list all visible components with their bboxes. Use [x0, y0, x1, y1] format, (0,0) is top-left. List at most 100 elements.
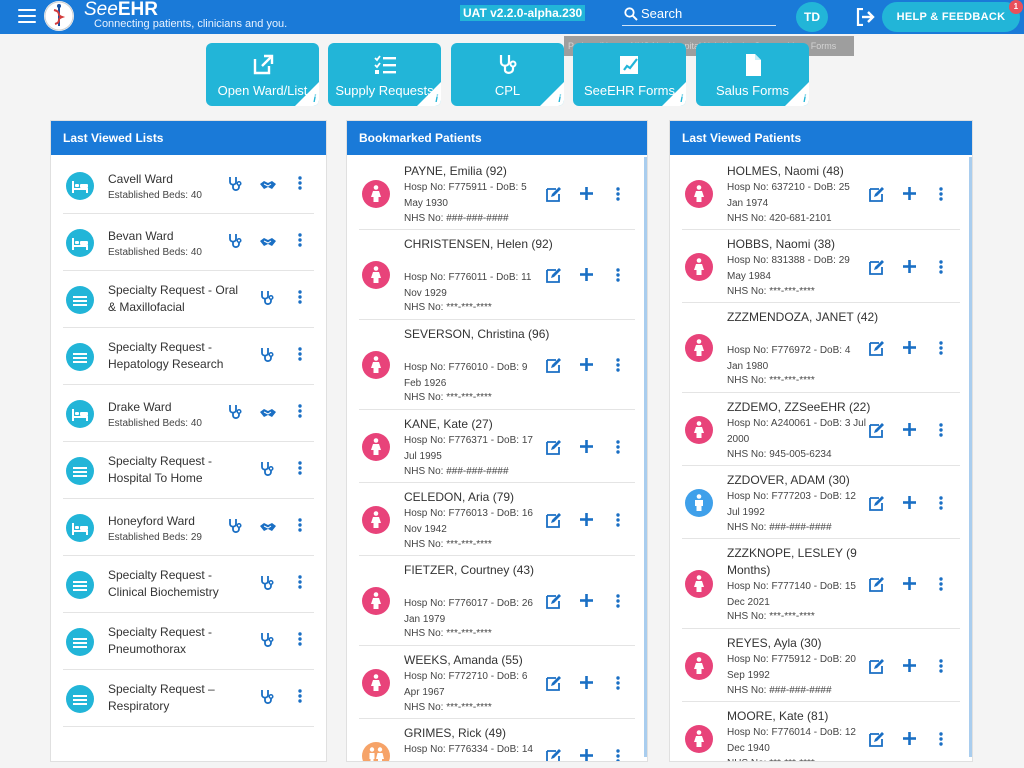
more-options-icon[interactable] — [939, 731, 943, 751]
more-options-icon[interactable] — [298, 575, 302, 594]
user-avatar[interactable]: TD — [796, 2, 828, 32]
patient-name[interactable]: ZZZMENDOZA, JANET (42) — [727, 309, 887, 326]
patient-name[interactable]: FIETZER, Courtney (43) — [404, 562, 564, 579]
tile-supply-requests[interactable]: Supply Requests i — [328, 43, 441, 106]
add-icon[interactable] — [580, 512, 593, 531]
more-options-icon[interactable] — [298, 176, 302, 195]
edit-form-icon[interactable] — [869, 340, 885, 361]
more-options-icon[interactable] — [298, 290, 302, 309]
help-feedback-button[interactable]: HELP & FEEDBACK 1 — [882, 0, 1023, 32]
patient-row[interactable]: CELEDON, Aria (79) Hosp No: F776013 - DoB… — [359, 483, 635, 556]
add-icon[interactable] — [903, 341, 916, 359]
edit-form-icon[interactable] — [546, 675, 562, 696]
handover-icon[interactable] — [259, 235, 277, 253]
patient-row[interactable]: ZZDOVER, ADAM (30) Hosp No: F777203 - DoB… — [682, 466, 960, 539]
list-item[interactable]: Honeyford Ward Established Beds: 29 — [63, 499, 314, 556]
patient-row[interactable]: HOLMES, Naomi (48) Hosp No: 637210 - DoB:… — [682, 157, 960, 230]
tile-salus-forms[interactable]: Salus Forms i — [696, 43, 809, 106]
patient-name[interactable]: HOLMES, Naomi (48) — [727, 163, 887, 180]
stethoscope-icon[interactable] — [259, 575, 275, 596]
more-options-icon[interactable] — [616, 675, 620, 695]
add-icon[interactable] — [580, 268, 593, 286]
patient-row[interactable]: FIETZER, Courtney (43) Hosp No: F776017 -… — [359, 556, 635, 646]
info-icon[interactable]: i — [803, 94, 806, 105]
edit-form-icon[interactable] — [869, 186, 885, 207]
list-item[interactable]: Specialty Request - Hospital To Home — [63, 442, 314, 499]
handover-icon[interactable] — [259, 406, 277, 424]
stethoscope-icon[interactable] — [259, 290, 275, 311]
edit-form-icon[interactable] — [869, 422, 885, 443]
patient-name[interactable]: HOBBS, Naomi (38) — [727, 236, 887, 253]
patient-name[interactable]: ZZDEMO, ZZSeeEHR (22) — [727, 399, 887, 416]
list-item[interactable]: Bevan Ward Established Beds: 40 — [63, 214, 314, 271]
more-options-icon[interactable] — [616, 748, 620, 761]
list-item[interactable]: Specialty Request – Respiratory — [63, 670, 314, 727]
more-options-icon[interactable] — [939, 422, 943, 442]
more-options-icon[interactable] — [298, 233, 302, 252]
patient-name[interactable]: WEEKS, Amanda (55) — [404, 652, 564, 669]
patient-row[interactable]: MOORE, Kate (81) Hosp No: F776014 - DoB: … — [682, 702, 960, 761]
handover-icon[interactable] — [259, 520, 277, 538]
add-icon[interactable] — [580, 439, 593, 458]
more-options-icon[interactable] — [298, 689, 302, 708]
tile-cpl[interactable]: CPL i — [451, 43, 564, 106]
more-options-icon[interactable] — [939, 341, 943, 360]
info-icon[interactable]: i — [313, 94, 316, 105]
patient-row[interactable]: ZZZKNOPE, LESLEY (9 Months) Hosp No: F777… — [682, 539, 960, 629]
stethoscope-icon[interactable] — [259, 689, 275, 710]
list-item[interactable]: Specialty Request - Clinical Biochemistr… — [63, 556, 314, 613]
more-options-icon[interactable] — [616, 358, 620, 377]
patient-name[interactable]: CELEDON, Aria (79) — [404, 489, 564, 506]
more-options-icon[interactable] — [616, 268, 620, 287]
patient-name[interactable]: SEVERSON, Christina (96) — [404, 326, 564, 343]
more-options-icon[interactable] — [298, 347, 302, 366]
info-icon[interactable]: i — [680, 94, 683, 105]
more-options-icon[interactable] — [939, 495, 943, 515]
logout-icon[interactable] — [856, 7, 876, 31]
edit-form-icon[interactable] — [546, 593, 562, 614]
patient-name[interactable]: KANE, Kate (27) — [404, 416, 564, 433]
patient-row[interactable]: HOBBS, Naomi (38) Hosp No: 831388 - DoB: … — [682, 230, 960, 303]
edit-form-icon[interactable] — [546, 357, 562, 378]
stethoscope-icon[interactable] — [259, 461, 275, 482]
add-icon[interactable] — [580, 186, 593, 205]
add-icon[interactable] — [903, 422, 916, 441]
edit-form-icon[interactable] — [546, 748, 562, 761]
more-options-icon[interactable] — [616, 186, 620, 206]
patient-row[interactable]: CHRISTENSEN, Helen (92) Hosp No: F776011 … — [359, 230, 635, 320]
edit-form-icon[interactable] — [546, 267, 562, 288]
patient-name[interactable]: MOORE, Kate (81) — [727, 708, 887, 725]
patient-row[interactable]: GRIMES, Rick (49) Hosp No: F776334 - DoB:… — [359, 719, 635, 761]
app-logo[interactable] — [44, 1, 74, 31]
scrollbar[interactable] — [644, 157, 647, 757]
stethoscope-icon[interactable] — [227, 404, 243, 425]
add-icon[interactable] — [580, 594, 593, 612]
patient-row[interactable]: REYES, Ayla (30) Hosp No: F775912 - DoB: … — [682, 629, 960, 702]
patient-name[interactable]: ZZZKNOPE, LESLEY (9 Months) — [727, 545, 887, 579]
patient-row[interactable]: PAYNE, Emilia (92) Hosp No: F775911 - DoB… — [359, 157, 635, 230]
tile-open-ward-list[interactable]: Open Ward/List i — [206, 43, 319, 106]
stethoscope-icon[interactable] — [259, 632, 275, 653]
add-icon[interactable] — [580, 675, 593, 694]
edit-form-icon[interactable] — [869, 731, 885, 752]
more-options-icon[interactable] — [939, 259, 943, 279]
patient-name[interactable]: PAYNE, Emilia (92) — [404, 163, 564, 180]
add-icon[interactable] — [903, 259, 916, 278]
patient-name[interactable]: ZZDOVER, ADAM (30) — [727, 472, 887, 489]
search-input[interactable]: Search — [622, 4, 776, 26]
info-icon[interactable]: i — [558, 94, 561, 105]
stethoscope-icon[interactable] — [227, 518, 243, 539]
stethoscope-icon[interactable] — [227, 233, 243, 254]
edit-form-icon[interactable] — [869, 658, 885, 679]
handover-icon[interactable] — [259, 178, 277, 196]
more-options-icon[interactable] — [298, 461, 302, 480]
add-icon[interactable] — [903, 186, 916, 205]
list-item[interactable]: Drake Ward Established Beds: 40 — [63, 385, 314, 442]
edit-form-icon[interactable] — [546, 512, 562, 533]
stethoscope-icon[interactable] — [227, 176, 243, 197]
scrollbar[interactable] — [969, 157, 972, 757]
patient-row[interactable]: ZZZMENDOZA, JANET (42) Hosp No: F776972 -… — [682, 303, 960, 393]
add-icon[interactable] — [580, 358, 593, 376]
more-options-icon[interactable] — [939, 658, 943, 678]
more-options-icon[interactable] — [616, 512, 620, 532]
